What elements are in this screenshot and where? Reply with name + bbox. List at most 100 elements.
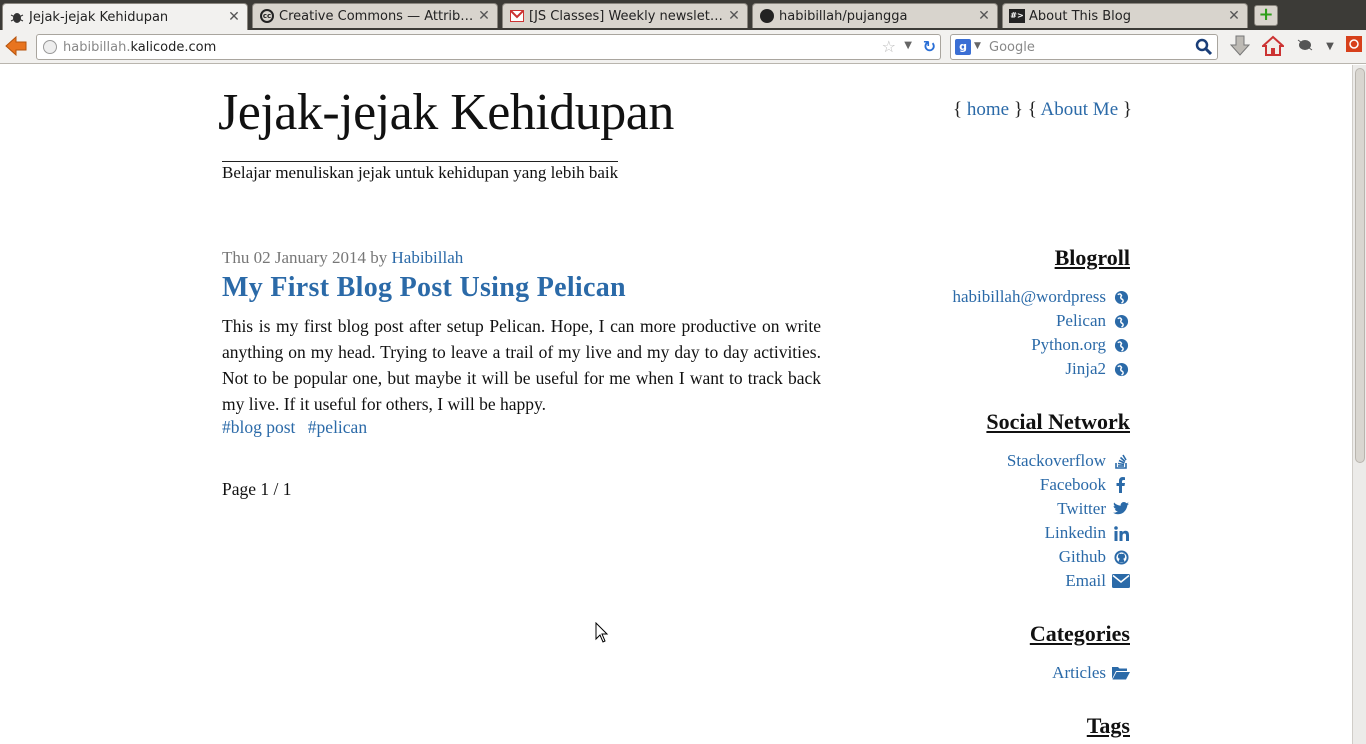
social-label[interactable]: Stackoverflow — [1007, 449, 1106, 473]
sidebar: Blogroll habibillah@wordpress Pelican Py… — [870, 245, 1130, 744]
tab-github[interactable]: habibillah/pujangga ✕ — [752, 3, 998, 28]
folder-open-icon — [1112, 664, 1130, 682]
social-item-email[interactable]: Email — [870, 569, 1130, 593]
close-tab-icon[interactable]: ✕ — [727, 8, 741, 24]
categories-heading: Categories — [1029, 621, 1130, 646]
navigation-bar: habibillah. kalicode.com ☆ ▼ ↻ g ▼ Google… — [0, 30, 1366, 64]
social-label[interactable]: Linkedin — [1045, 521, 1106, 545]
tab-title: Jejak-jejak Kehidupan — [29, 9, 169, 25]
nav-home-link[interactable]: home — [967, 99, 1009, 120]
home-icon[interactable] — [1260, 35, 1286, 59]
github-icon — [1112, 548, 1130, 566]
post-body: This is my first blog post after setup P… — [222, 316, 821, 414]
blogroll-item[interactable]: Pelican — [870, 309, 1130, 333]
tab-title: About This Blog — [1029, 8, 1132, 24]
social-item-facebook[interactable]: Facebook — [870, 473, 1130, 497]
tag-link[interactable]: #pelican — [308, 417, 367, 437]
reload-icon[interactable]: ↻ — [923, 37, 936, 56]
brace-close: } — [1122, 99, 1132, 120]
engine-dropdown-icon[interactable]: ▼ — [974, 41, 981, 51]
linkedin-icon — [1112, 524, 1130, 542]
addon-menu-dropdown-icon[interactable]: ▼ — [1318, 35, 1342, 59]
brace-open: { — [1027, 99, 1037, 120]
social-item-linkedin[interactable]: Linkedin — [870, 521, 1130, 545]
globe-icon — [1112, 312, 1130, 330]
social-label[interactable]: Github — [1059, 545, 1106, 569]
social-label[interactable]: Facebook — [1040, 473, 1106, 497]
new-tab-button[interactable]: + — [1254, 5, 1278, 26]
blogroll-heading: Blogroll — [1054, 245, 1130, 270]
close-tab-icon[interactable]: ✕ — [477, 8, 491, 24]
globe-icon — [1112, 360, 1130, 378]
bookmark-star-icon[interactable]: ☆ — [882, 37, 896, 56]
scrollbar-thumb[interactable] — [1355, 68, 1365, 463]
back-button[interactable] — [4, 35, 30, 59]
site-identity-icon[interactable] — [43, 40, 57, 54]
close-tab-icon[interactable]: ✕ — [1227, 8, 1241, 24]
url-subdomain: habibillah. — [63, 39, 131, 55]
page-content: Jejak-jejak Kehidupan Belajar menuliskan… — [0, 65, 1352, 744]
globe-icon — [1112, 288, 1130, 306]
url-domain: kalicode.com — [130, 39, 217, 55]
addon-bug-icon[interactable] — [1293, 35, 1317, 59]
category-label[interactable]: Articles — [1052, 661, 1106, 685]
site-title[interactable]: Jejak-jejak Kehidupan — [218, 83, 674, 142]
social-item-github[interactable]: Github — [870, 545, 1130, 569]
post-author-link[interactable]: Habibillah — [392, 248, 464, 267]
tab-about-blog[interactable]: #> About This Blog ✕ — [1002, 3, 1248, 28]
tag-link[interactable]: #blog post — [222, 417, 295, 437]
globe-icon — [1112, 336, 1130, 354]
search-placeholder: Google — [989, 39, 1035, 55]
post-date: Thu 02 January 2014 — [222, 248, 367, 267]
address-bar[interactable]: habibillah. kalicode.com ☆ ▼ ↻ — [36, 34, 941, 60]
bug-icon — [9, 9, 25, 25]
vertical-scrollbar[interactable] — [1352, 65, 1366, 744]
blogroll-label[interactable]: habibillah@wordpress — [952, 285, 1106, 309]
close-tab-icon[interactable]: ✕ — [227, 9, 241, 25]
cc-icon: cc — [259, 8, 275, 24]
google-engine-icon[interactable]: g — [955, 39, 971, 55]
social-item-twitter[interactable]: Twitter — [870, 497, 1130, 521]
post-title-link[interactable]: My First Blog Post Using Pelican — [222, 272, 626, 304]
search-icon[interactable] — [1195, 38, 1213, 56]
tab-jejak[interactable]: Jejak-jejak Kehidupan ✕ — [2, 3, 248, 30]
twitter-icon — [1112, 500, 1130, 518]
blogroll-label[interactable]: Python.org — [1031, 333, 1106, 357]
post-meta: Thu 02 January 2014 by Habibillah — [222, 248, 463, 268]
post-tags: #blog post #pelican — [222, 417, 375, 438]
blogroll-list: habibillah@wordpress Pelican Python.org … — [870, 285, 1130, 381]
tab-title: habibillah/pujangga — [779, 8, 908, 24]
social-network-heading: Social Network — [986, 409, 1130, 434]
tab-js-classes[interactable]: [JS Classes] Weekly newsletter … ✕ — [502, 3, 748, 28]
nav-about-link[interactable]: About Me — [1041, 99, 1119, 120]
stackoverflow-icon — [1112, 452, 1130, 470]
blogroll-item[interactable]: Jinja2 — [870, 357, 1130, 381]
blogroll-label[interactable]: Pelican — [1056, 309, 1106, 333]
tab-bar: Jejak-jejak Kehidupan ✕ cc Creative Comm… — [0, 0, 1366, 30]
blogroll-label[interactable]: Jinja2 — [1065, 357, 1106, 381]
blogroll-item[interactable]: habibillah@wordpress — [870, 285, 1130, 309]
gmail-icon — [509, 8, 525, 24]
pagination: Page 1 / 1 — [222, 479, 292, 499]
categories-list: Articles — [870, 661, 1130, 685]
tab-title: Creative Commons — Attributio… — [279, 8, 477, 24]
terminal-icon: #> — [1009, 8, 1025, 24]
url-history-dropdown-icon[interactable]: ▼ — [904, 40, 912, 51]
blogroll-item[interactable]: Python.org — [870, 333, 1130, 357]
social-label[interactable]: Email — [1065, 569, 1106, 593]
tab-creative-commons[interactable]: cc Creative Commons — Attributio… ✕ — [252, 3, 498, 28]
close-tab-icon[interactable]: ✕ — [977, 8, 991, 24]
category-item[interactable]: Articles — [870, 661, 1130, 685]
ubuntu-icon[interactable] — [1342, 35, 1366, 59]
brace-open: { — [953, 99, 963, 120]
envelope-icon — [1112, 572, 1130, 590]
mouse-cursor-icon — [595, 621, 609, 644]
tags-heading: Tags — [1086, 713, 1130, 738]
search-input[interactable]: g ▼ Google — [950, 34, 1218, 60]
facebook-icon — [1112, 476, 1130, 494]
github-icon — [759, 8, 775, 24]
social-item-stackoverflow[interactable]: Stackoverflow — [870, 449, 1130, 473]
social-label[interactable]: Twitter — [1057, 497, 1106, 521]
downloads-icon[interactable] — [1228, 35, 1252, 59]
top-navigation: { home } { About Me } — [953, 99, 1132, 121]
